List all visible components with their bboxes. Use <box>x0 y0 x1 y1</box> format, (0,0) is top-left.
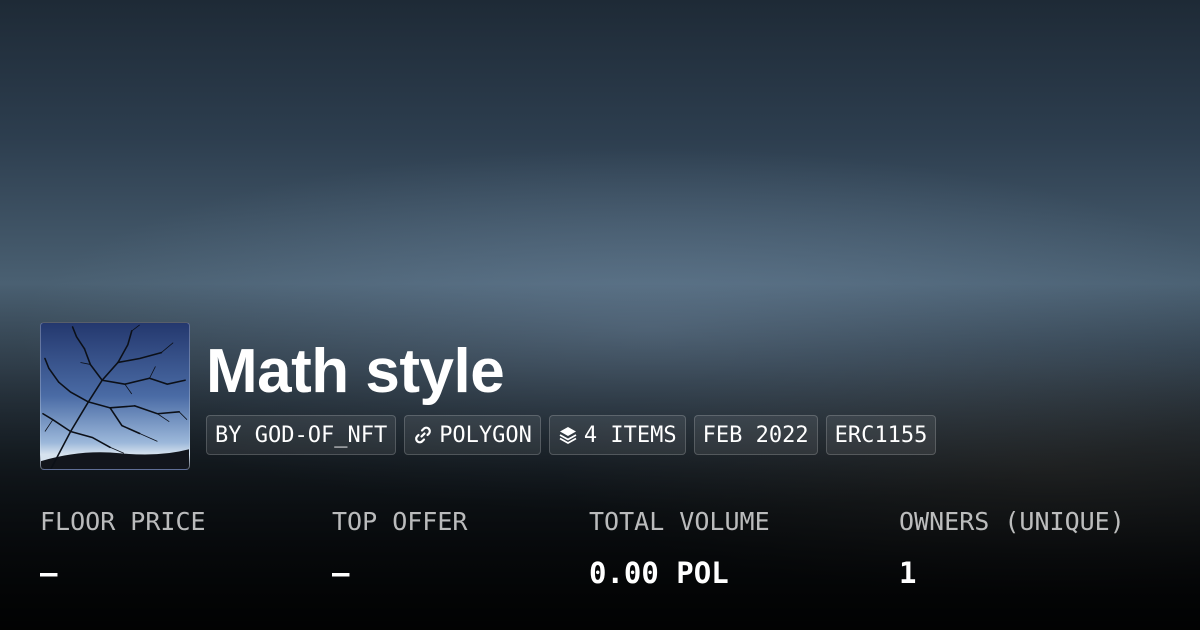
stat-value: – <box>40 556 58 590</box>
collection-stats: FLOOR PRICE – TOP OFFER – TOTAL VOLUME 0… <box>0 0 1200 630</box>
stat-label: TOTAL VOLUME <box>589 507 770 536</box>
stat-label: TOP OFFER <box>332 507 468 536</box>
stat-floor-price: FLOOR PRICE – <box>40 505 206 590</box>
stat-top-offer: TOP OFFER – <box>332 505 467 590</box>
stat-label: FLOOR PRICE <box>40 507 206 536</box>
stat-value: 1 <box>899 556 917 590</box>
stat-label: OWNERS (UNIQUE) <box>899 507 1125 536</box>
stat-value: 0.00 POL <box>589 556 729 590</box>
stat-owners: OWNERS (UNIQUE) 1 <box>899 505 1125 590</box>
stat-total-volume: TOTAL VOLUME 0.00 POL <box>589 505 770 590</box>
stat-value: – <box>332 556 350 590</box>
